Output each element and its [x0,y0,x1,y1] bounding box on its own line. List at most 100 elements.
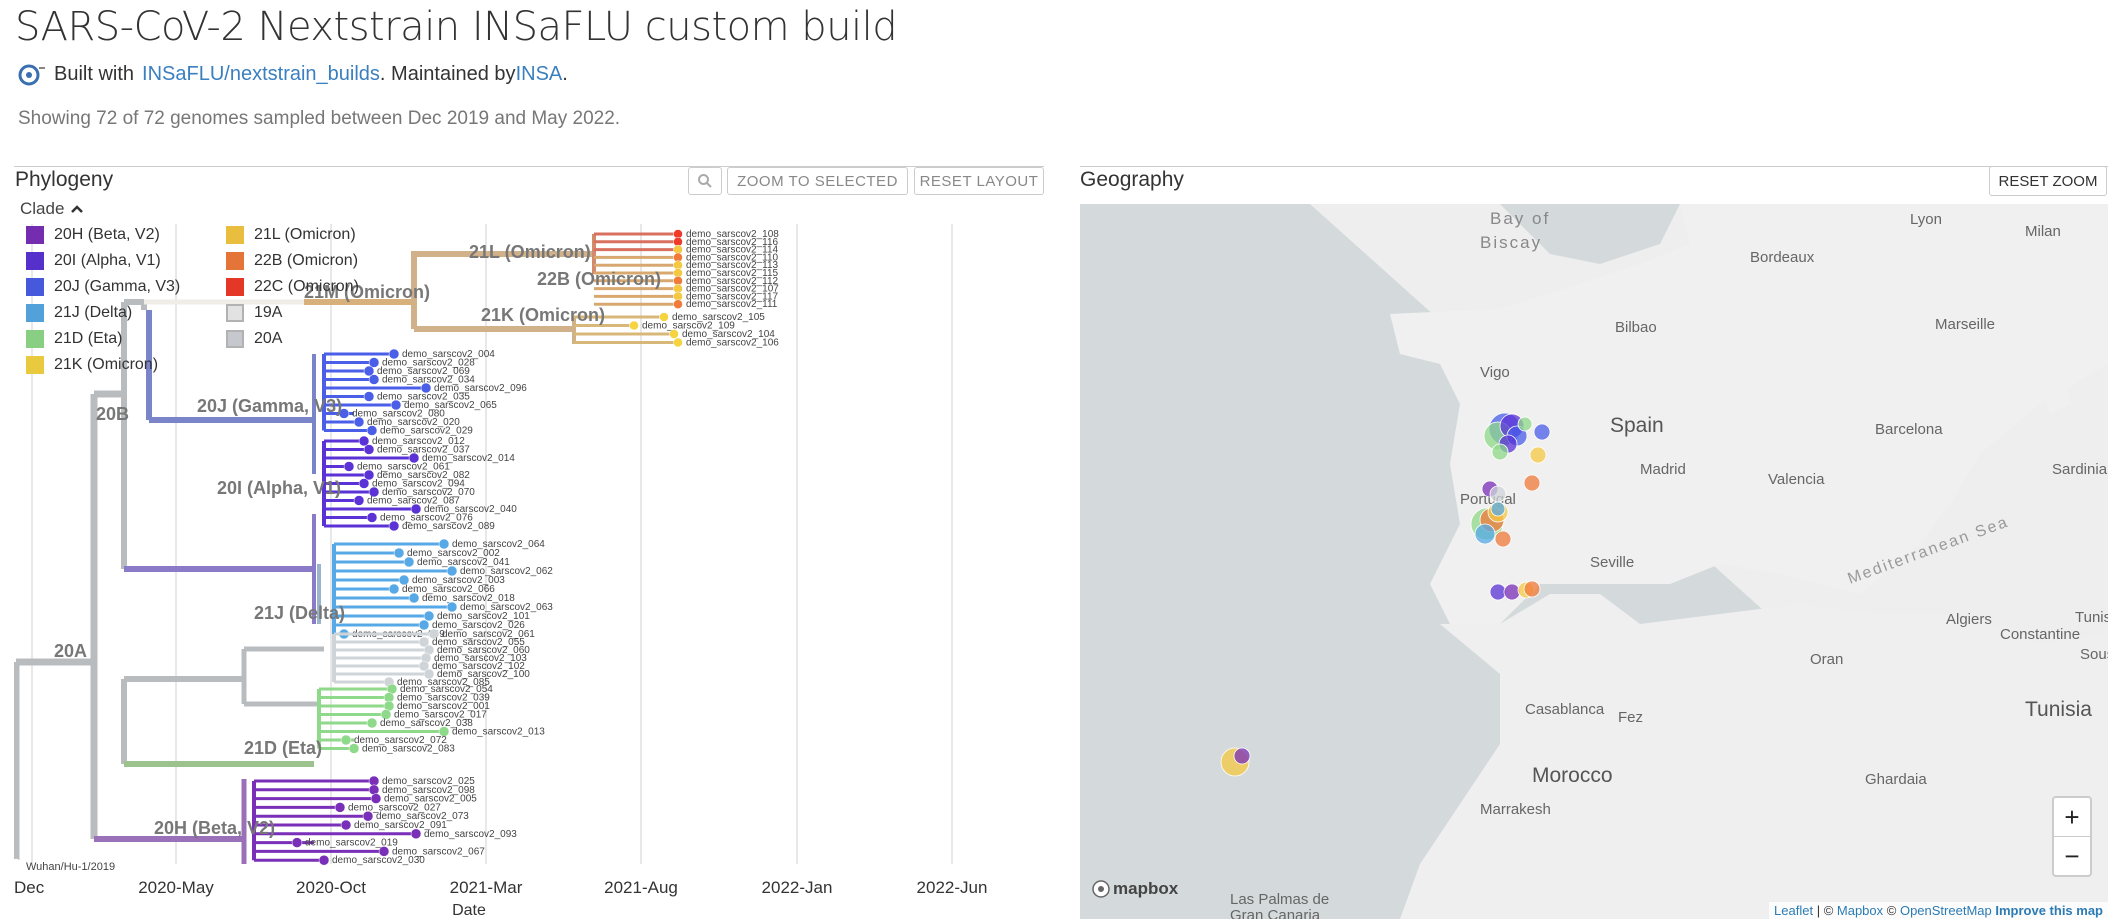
axis-tick-label: 2022-Jan [761,878,833,897]
mapbox-logo[interactable]: mapbox [1092,879,1178,899]
map-location-marker[interactable] [1529,446,1547,464]
axis-tick-label: 2020-May [138,878,214,897]
insa-link[interactable]: INSA [516,63,563,86]
tree-tip [673,337,683,348]
tree-tip [363,391,375,402]
legend-label: 22C (Omicron) [254,278,359,295]
map-canvas[interactable]: Bay of Biscay Lyon Milan Bordeaux Bilbao Mar… [1080,204,2108,919]
legend-item[interactable]: 21D (Eta) [26,330,122,348]
legend-item[interactable]: 20J (Gamma, V3) [26,278,180,296]
maintained-suffix: . [562,63,568,85]
tip-label: demo_sarscov2_083 [362,744,455,755]
axis-tick-label: 2022-Jun [916,878,988,897]
clade-label: 21K (Omicron) [481,305,605,325]
tree-tip [363,444,375,455]
reset-layout-button[interactable]: RESET LAYOUT [914,167,1044,195]
map-location-marker[interactable] [1474,523,1496,545]
place-label: Lyon [1910,211,1942,228]
dataset-summary: Showing 72 of 72 genomes sampled between… [18,108,621,129]
legend-item[interactable]: 20H (Beta, V2) [26,226,160,244]
legend-swatch [26,356,44,374]
tree-tip [669,329,679,339]
map-location-marker[interactable] [1523,474,1541,492]
insaflu-link[interactable]: INSaFLU/nextstrain_builds [142,63,380,86]
nextstrain-logo-icon [18,64,45,85]
legend-swatch [26,304,44,322]
place-label: Vigo [1480,364,1510,381]
axis-tick-label: 2020-Oct [296,878,366,897]
legend-item[interactable]: 19A [226,304,282,322]
legend-item[interactable]: 21L (Omicron) [226,226,356,244]
legend-item[interactable]: 20I (Alpha, V1) [26,252,161,270]
tip-label: demo_sarscov2_029 [380,426,473,437]
phylogeny-title: Phylogeny [15,168,114,191]
mapbox-logo-icon [1092,880,1110,898]
tree-tip [291,837,303,848]
tip-label: demo_sarscov2_089 [402,521,495,532]
tree-tip [340,734,352,746]
map-location-marker[interactable] [1489,485,1507,503]
tree-search-button[interactable] [688,167,722,195]
map-location-marker[interactable] [1494,530,1512,548]
legend-item[interactable]: 22B (Omicron) [226,252,358,270]
tree-tip [368,775,380,787]
leaflet-link[interactable]: Leaflet [1774,903,1813,918]
zoom-in-button[interactable]: + [2054,798,2090,836]
map-location-marker[interactable] [1533,423,1551,441]
legend-label: 20I (Alpha, V1) [54,252,161,269]
map-location-marker[interactable] [1503,583,1521,601]
legend-swatch [26,226,44,244]
legend-swatch [26,330,44,348]
zoom-to-selected-button[interactable]: ZOOM TO SELECTED [727,167,908,195]
place-label: Bay of [1490,209,1550,228]
map-location-marker[interactable] [1517,416,1533,432]
legend-item[interactable]: 21J (Delta) [26,304,132,322]
clade-label: 20A [54,641,87,661]
place-label: Spain [1610,414,1664,437]
byline: Built with INSaFLU/nextstrain_builds. Ma… [18,63,568,86]
map-location-marker[interactable] [1490,501,1506,517]
improve-map-link[interactable]: Improve this map [1995,903,2103,918]
map-location-marker[interactable] [1489,583,1507,601]
axis-tick-label: 2021-Mar [449,878,523,897]
tree-tip [388,520,400,532]
map-attribution: Leaflet | © Mapbox © OpenStreetMap Impro… [1769,902,2108,919]
place-label: Las Palmas de [1230,891,1329,908]
place-label: Madrid [1640,461,1686,478]
built-with-prefix: Built with [54,63,135,85]
tree-tip [410,828,422,840]
mapbox-logo-text: mapbox [1113,879,1179,898]
magnifier-icon [698,174,712,188]
osm-link[interactable]: OpenStreetMap [1900,903,1992,918]
place-label: Morocco [1532,764,1613,787]
legend-swatch [226,226,244,244]
tree-tip [393,547,405,559]
place-label: Marseille [1935,316,1995,333]
tree-tip [673,299,683,309]
map-location-marker[interactable] [1523,580,1541,598]
mapbox-link[interactable]: Mapbox [1837,903,1883,918]
legend-item[interactable]: 22C (Omicron) [226,278,359,296]
place-label: Ghardaia [1865,771,1927,788]
tip-label: demo_sarscov2_013 [452,727,545,738]
place-label: Algiers [1946,611,1992,628]
axis-tick-label: Dec [14,878,45,897]
legend-swatch [226,330,244,348]
axis-title: Date [452,902,486,919]
map-location-marker[interactable] [1233,747,1251,765]
reset-zoom-button[interactable]: RESET ZOOM [1989,166,2107,196]
zoom-out-button[interactable]: − [2054,836,2090,875]
map-location-marker[interactable] [1491,443,1509,461]
clade-label: 21D (Eta) [244,738,322,758]
map[interactable]: Bay of Biscay Lyon Milan Bordeaux Bilbao Mar… [1080,204,2108,919]
legend-item[interactable]: 20A [226,330,282,348]
legend-item[interactable]: 21K (Omicron) [26,356,158,374]
legend-toggle[interactable]: Clade [20,199,84,219]
clade-label: 21J (Delta) [254,603,345,623]
tree-tip [14,858,22,870]
tree-tip [403,556,415,568]
attrib-sep2: © [1883,903,1900,918]
tip-label: demo_sarscov2_106 [686,338,779,349]
tree-tip [348,743,360,754]
page-title: SARS-CoV-2 Nextstrain INSaFLU custom bui… [15,4,898,50]
